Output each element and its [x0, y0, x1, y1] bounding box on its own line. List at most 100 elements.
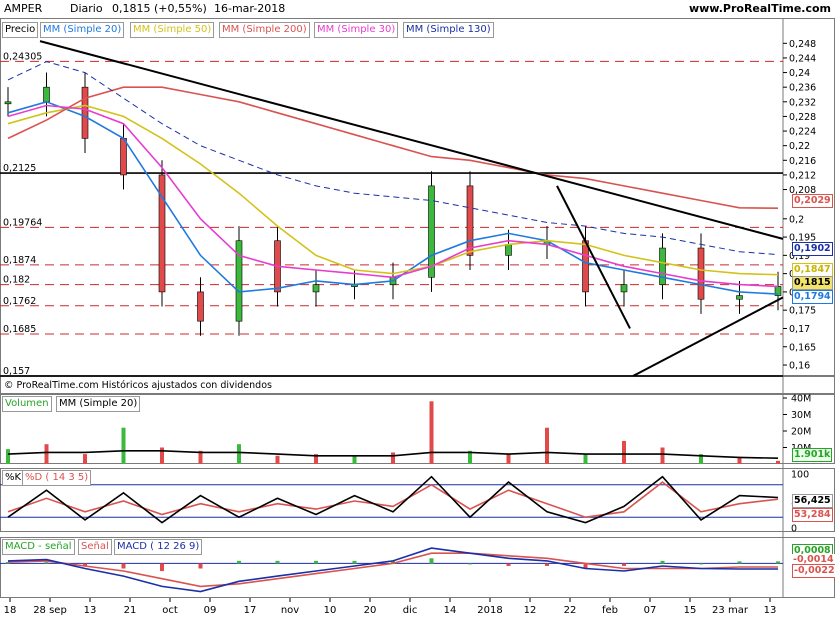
price-axis-label: 0,244 — [789, 53, 816, 64]
macd-hist-bar — [776, 561, 780, 564]
trendline-resistance — [39, 40, 784, 240]
candle-body — [736, 295, 743, 300]
panel-frame — [0, 18, 835, 376]
volume-bar — [506, 454, 511, 464]
macd-hist-bar — [468, 563, 472, 565]
macd-hist-bar — [660, 560, 665, 564]
price-axis-label: 0,2 — [789, 214, 804, 225]
level-label: 0,1685 — [3, 324, 36, 335]
volume-bar — [391, 452, 395, 464]
tag-price: 0,1815 — [792, 276, 833, 290]
macd-hist-bar — [352, 560, 357, 564]
x-axis-label: 13 — [84, 605, 97, 616]
candle-body — [582, 240, 589, 293]
trendline-support — [632, 296, 784, 377]
x-axis-label: 12 — [524, 605, 537, 616]
candle-body — [505, 244, 512, 256]
volume-axis-label: 30M — [791, 410, 811, 421]
price-axis-label: 0,216 — [789, 156, 816, 167]
stoch-axis-label: 0 — [791, 524, 797, 535]
tag-macd: -0,0022 — [792, 564, 835, 578]
price-axis-label: 0,248 — [789, 39, 816, 50]
x-axis-label: 07 — [644, 605, 657, 616]
legend-stoch-k: %K — [2, 470, 25, 486]
panel-frame — [0, 468, 835, 532]
volume-axis-label: 20M — [791, 427, 811, 438]
legend-price: Precio — [2, 22, 39, 38]
macd-hist-bar — [545, 563, 549, 566]
chart-stage: AMPER Diario 0,1815 (+0,55%) 16-mar-2018… — [0, 0, 835, 620]
price-axis-label: 0,228 — [789, 112, 816, 123]
price-axis-label: 0,236 — [789, 83, 816, 94]
tag-volume: 1.901k — [792, 448, 833, 462]
candle-body — [81, 86, 89, 139]
candle-body — [466, 185, 474, 256]
tag-ma200: 0,2029 — [792, 194, 833, 208]
legend-stoch-d: %D ( 14 3 5) — [22, 470, 92, 486]
candle-body — [428, 185, 435, 278]
x-axis-label: 18 — [4, 605, 17, 616]
x-axis-label: dic — [403, 605, 418, 616]
macd-hist-bar — [506, 563, 511, 566]
volume-bar — [545, 427, 549, 464]
legend-ma130: MM (Simple 130) — [403, 22, 494, 38]
tag-stoch-d: 53,284 — [792, 508, 833, 522]
macd-hist-bar — [275, 560, 280, 564]
volume-bar — [776, 460, 780, 464]
x-axis-label: feb — [602, 605, 618, 616]
candle-body — [197, 291, 204, 322]
macd-hist-bar — [314, 560, 318, 564]
price-axis-label: 0,175 — [789, 306, 816, 317]
legend-ma50: MM (Simple 50) — [130, 22, 215, 38]
price-axis-label: 0,22 — [789, 141, 810, 152]
stoch-k-line — [7, 475, 779, 524]
level-label: 0,24305 — [3, 51, 42, 62]
level-label: 0,1762 — [3, 296, 36, 307]
macd-hist-bar — [699, 563, 703, 565]
price-axis-label: 0,24 — [789, 68, 810, 79]
candle-body — [659, 247, 666, 285]
candle-body — [4, 101, 12, 105]
candle-body — [312, 284, 320, 293]
volume-bar — [622, 440, 626, 464]
x-axis-label: nov — [281, 605, 299, 616]
legend-volume-ma: MM (Simple 20) — [56, 396, 141, 412]
price-axis-label: 0,232 — [789, 97, 816, 108]
x-axis-label: 2018 — [477, 605, 502, 616]
legend-volume: Volumen — [2, 396, 52, 412]
x-axis-label: 17 — [244, 605, 257, 616]
macd-hist-bar — [44, 562, 49, 564]
tag-stoch-k: 56,425 — [792, 494, 833, 508]
x-axis-label: 22 — [564, 605, 577, 616]
x-axis-label: 13 — [764, 605, 777, 616]
x-axis-label: 28 sep — [33, 605, 67, 616]
volume-bar — [121, 427, 126, 464]
volume-bar — [660, 447, 665, 464]
legend-macd: MACD ( 12 26 9) — [114, 539, 203, 555]
macd-hist-bar — [237, 560, 241, 564]
volume-bar — [237, 444, 241, 464]
x-axis-label: 21 — [124, 605, 137, 616]
candle-body — [43, 86, 50, 103]
tag-ma20: 0,1794 — [792, 290, 833, 304]
legend-macd-signal: Señal — [78, 539, 112, 555]
x-axis-label: 15 — [684, 605, 697, 616]
macd-hist-bar — [160, 563, 164, 572]
volume-bar — [737, 457, 742, 464]
volume-bar — [352, 455, 357, 464]
legend-ma20: MM (Simple 20) — [40, 22, 125, 38]
price-axis-label: 0,212 — [789, 170, 816, 181]
x-axis-label: 20 — [364, 605, 377, 616]
tag-ma130: 0,1902 — [792, 242, 833, 256]
level-label: 0,19764 — [3, 217, 42, 228]
legend-macd-hist: MACD - señal — [2, 539, 75, 555]
macd-hist-bar — [429, 558, 434, 564]
price-axis-label: 0,224 — [789, 127, 816, 138]
credit-text: © ProRealTime.com Históricos ajustados c… — [4, 380, 272, 391]
x-axis-label: 10 — [324, 605, 337, 616]
volume-bar — [429, 401, 434, 464]
legend-ma30: MM (Simple 30) — [314, 22, 399, 38]
tag-ma50: 0,1847 — [792, 263, 833, 277]
price-axis-label: 0,17 — [789, 324, 810, 335]
macd-hist-bar — [622, 563, 626, 566]
